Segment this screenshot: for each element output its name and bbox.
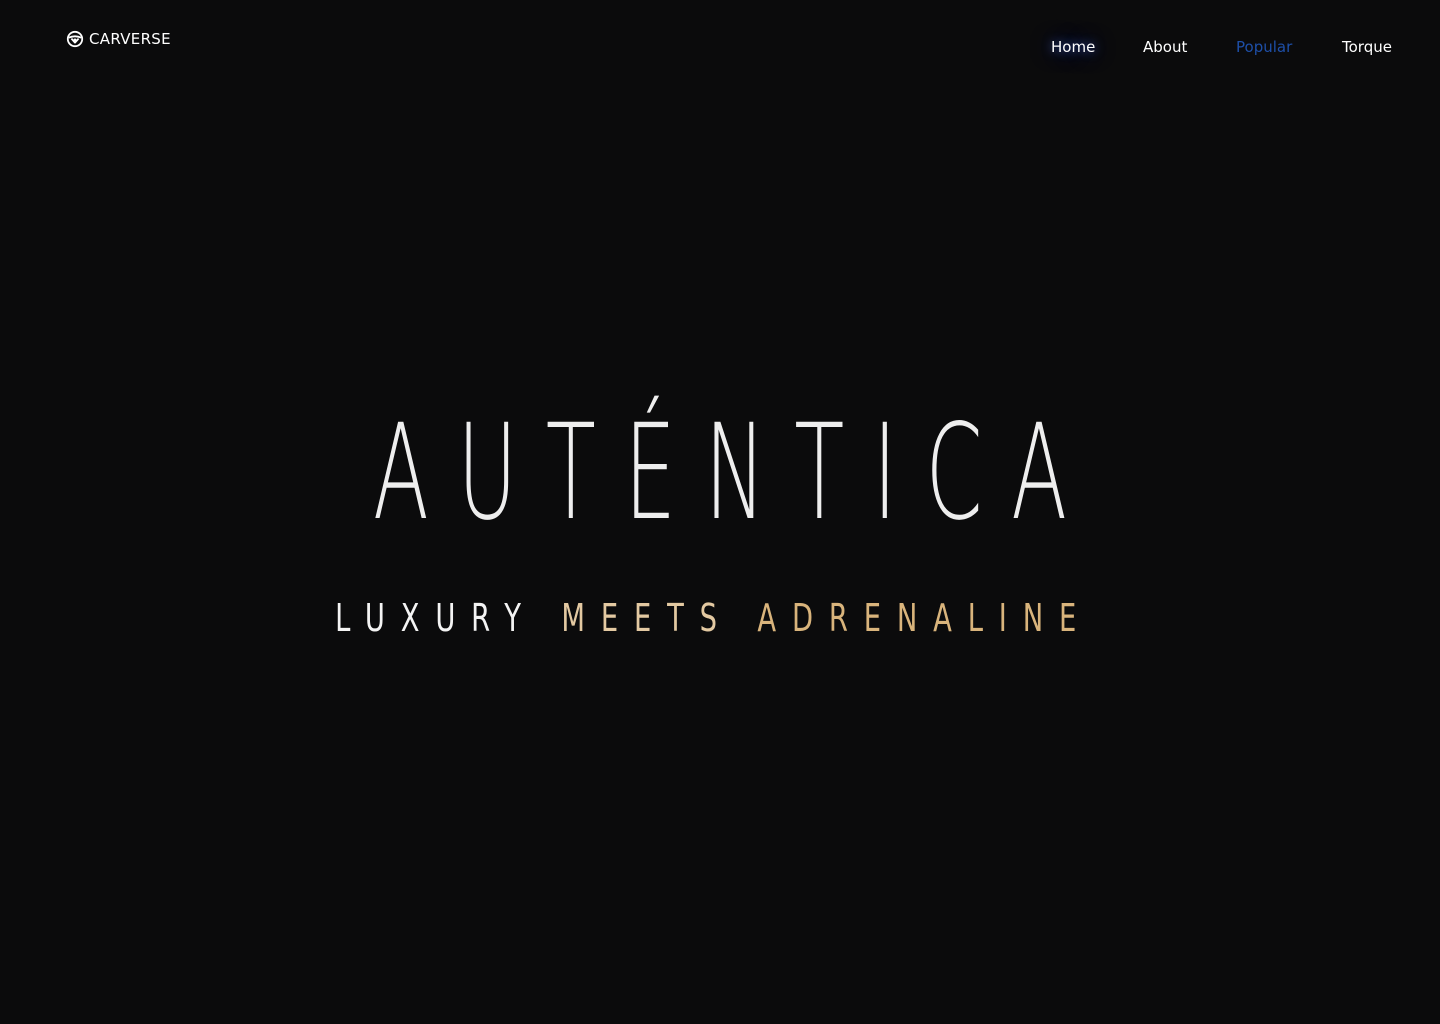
brand-name: CARVERSE bbox=[89, 30, 171, 48]
nav-link-home[interactable]: Home bbox=[1051, 36, 1095, 58]
brand-logo[interactable]: CARVERSE bbox=[66, 28, 171, 50]
tagline-word-adrenaline: ADRENALINE bbox=[757, 596, 1093, 640]
tagline-word-meets: MEETS bbox=[561, 596, 733, 640]
hero-title: AUTÉNTICA bbox=[372, 396, 1096, 550]
nav-link-torque[interactable]: Torque bbox=[1342, 36, 1392, 58]
steering-wheel-icon bbox=[66, 30, 84, 48]
nav-link-about[interactable]: About bbox=[1143, 36, 1187, 58]
tagline-word-luxury: LUXURY bbox=[335, 596, 537, 640]
nav-link-popular[interactable]: Popular bbox=[1236, 36, 1292, 58]
hero-tagline: LUXURY MEETS ADRENALINE bbox=[187, 592, 1224, 644]
